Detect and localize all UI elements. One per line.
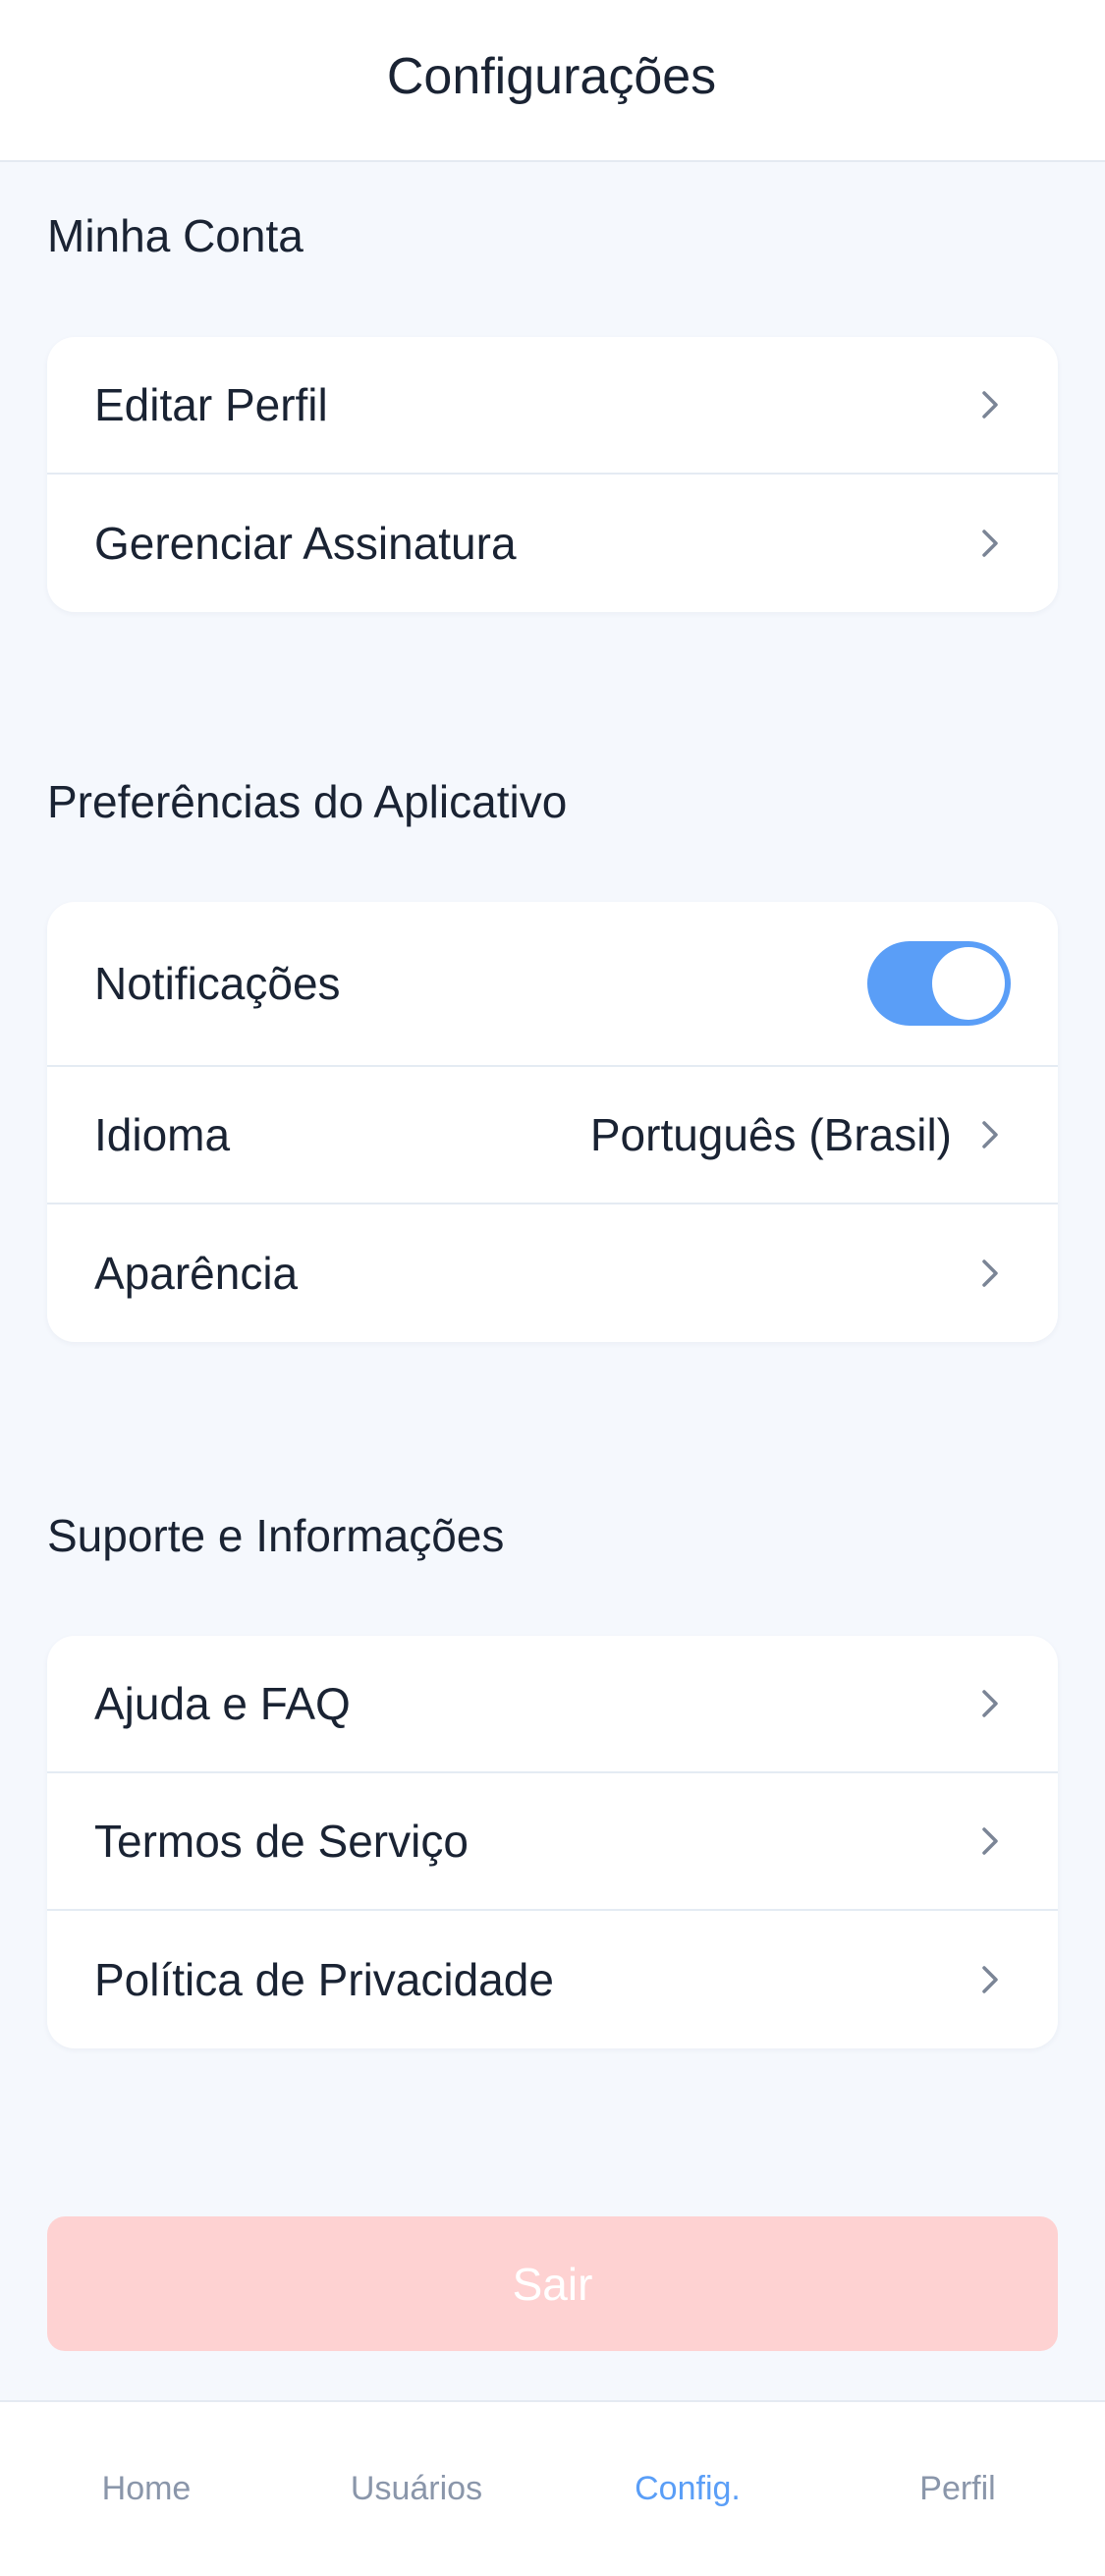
section-title-preferences: Preferências do Aplicativo bbox=[47, 776, 568, 827]
edit-profile-label: Editar Perfil bbox=[94, 379, 328, 430]
toggle-knob bbox=[932, 947, 1005, 1020]
chevron-right-icon bbox=[971, 1960, 1011, 1999]
help-faq-row[interactable]: Ajuda e FAQ bbox=[47, 1636, 1058, 1773]
terms-of-service-label: Termos de Serviço bbox=[94, 1816, 469, 1867]
top-header: Configurações bbox=[0, 0, 1105, 162]
support-card: Ajuda e FAQ Termos de Serviço Política d… bbox=[47, 1636, 1058, 2048]
language-label: Idioma bbox=[94, 1109, 231, 1160]
language-row[interactable]: Idioma Português (Brasil) bbox=[47, 1067, 1058, 1204]
section-title-account: Minha Conta bbox=[47, 210, 304, 261]
chevron-right-icon bbox=[971, 1115, 1011, 1154]
chevron-right-icon bbox=[971, 524, 1011, 563]
manage-subscription-row[interactable]: Gerenciar Assinatura bbox=[47, 475, 1058, 612]
help-faq-label: Ajuda e FAQ bbox=[94, 1678, 351, 1729]
account-card: Editar Perfil Gerenciar Assinatura bbox=[47, 337, 1058, 612]
notifications-row: Notificações bbox=[47, 902, 1058, 1067]
preferences-card: Notificações Idioma Português (Brasil) A… bbox=[47, 902, 1058, 1342]
logout-button[interactable]: Sair bbox=[47, 2216, 1058, 2351]
notifications-toggle[interactable] bbox=[867, 941, 1011, 1026]
appearance-row[interactable]: Aparência bbox=[47, 1204, 1058, 1342]
chevron-right-icon bbox=[971, 1821, 1011, 1861]
terms-of-service-row[interactable]: Termos de Serviço bbox=[47, 1773, 1058, 1911]
privacy-policy-row[interactable]: Política de Privacidade bbox=[47, 1911, 1058, 2048]
chevron-right-icon bbox=[971, 1254, 1011, 1293]
tab-users[interactable]: Usuários bbox=[293, 2402, 540, 2576]
bottom-tab-bar: Home Usuários Config. Perfil bbox=[0, 2400, 1105, 2576]
tab-config[interactable]: Config. bbox=[565, 2402, 810, 2576]
privacy-policy-label: Política de Privacidade bbox=[94, 1954, 554, 2005]
language-value: Português (Brasil) bbox=[589, 1109, 952, 1160]
tab-profile[interactable]: Perfil bbox=[835, 2402, 1080, 2576]
manage-subscription-label: Gerenciar Assinatura bbox=[94, 518, 517, 569]
edit-profile-row[interactable]: Editar Perfil bbox=[47, 337, 1058, 475]
notifications-label: Notificações bbox=[94, 958, 341, 1009]
chevron-right-icon bbox=[971, 385, 1011, 424]
section-title-support: Suporte e Informações bbox=[47, 1510, 505, 1561]
page-title: Configurações bbox=[386, 47, 717, 105]
chevron-right-icon bbox=[971, 1684, 1011, 1723]
appearance-label: Aparência bbox=[94, 1248, 299, 1299]
tab-home[interactable]: Home bbox=[0, 2402, 293, 2576]
